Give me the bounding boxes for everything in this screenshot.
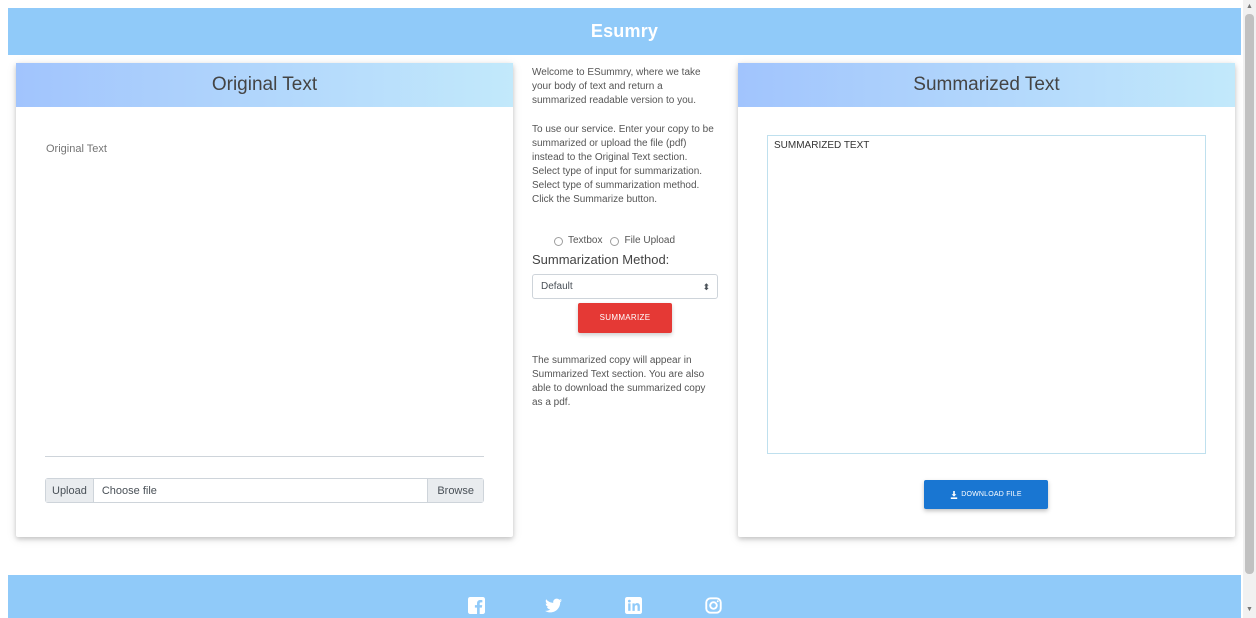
file-input[interactable]: Choose file bbox=[94, 479, 427, 502]
download-file-button[interactable]: DOWNLOAD FILE bbox=[924, 480, 1048, 509]
scroll-down-icon[interactable]: ▼ bbox=[1246, 606, 1253, 613]
instagram-icon[interactable] bbox=[705, 597, 722, 614]
summarization-method-select[interactable]: Default ⬍ bbox=[532, 274, 718, 299]
select-value: Default bbox=[541, 280, 573, 292]
summarized-text-output[interactable]: SUMMARIZED TEXT bbox=[767, 135, 1206, 454]
original-text-heading: Original Text bbox=[16, 63, 513, 107]
linkedin-icon[interactable] bbox=[625, 597, 642, 614]
radio-textbox[interactable]: Textbox bbox=[554, 234, 602, 248]
summarized-text-card: Summarized Text SUMMARIZED TEXT DOWNLOAD… bbox=[738, 63, 1235, 537]
download-file-label: DOWNLOAD FILE bbox=[961, 491, 1022, 498]
twitter-icon[interactable] bbox=[545, 597, 562, 614]
summarize-button[interactable]: SUMMARIZE bbox=[578, 303, 672, 333]
file-upload-group[interactable]: Upload Choose file Browse bbox=[45, 478, 484, 503]
original-text-input[interactable]: Original Text bbox=[46, 143, 107, 155]
radio-file-upload[interactable]: File Upload bbox=[610, 234, 675, 248]
select-caret-icon: ⬍ bbox=[702, 282, 710, 292]
radio-file-upload-label: File Upload bbox=[624, 235, 676, 246]
instructions-text: To use our service. Enter your copy to b… bbox=[532, 124, 714, 205]
radio-circle-icon[interactable] bbox=[554, 236, 563, 246]
scroll-thumb[interactable] bbox=[1245, 14, 1254, 574]
brand-title[interactable]: Esumry bbox=[591, 21, 658, 42]
radio-circle-icon[interactable] bbox=[610, 236, 620, 246]
summarization-method-label: Summarization Method: bbox=[532, 252, 670, 267]
scroll-up-icon[interactable]: ▲ bbox=[1246, 3, 1253, 10]
facebook-icon[interactable] bbox=[468, 597, 485, 614]
divider bbox=[45, 456, 484, 457]
original-text-card: Original Text Original Text Upload Choos… bbox=[16, 63, 513, 537]
browse-button[interactable]: Browse bbox=[427, 479, 483, 502]
upload-label: Upload bbox=[46, 479, 94, 502]
footer bbox=[8, 575, 1241, 618]
radio-textbox-label: Textbox bbox=[568, 235, 603, 246]
input-type-radios: Textbox File Upload bbox=[554, 234, 683, 248]
top-header: Esumry bbox=[8, 8, 1241, 55]
summarized-text-heading: Summarized Text bbox=[738, 63, 1235, 107]
download-icon bbox=[951, 490, 958, 499]
page-scrollbar[interactable]: ▲ ▼ bbox=[1243, 0, 1256, 618]
outro-text: The summarized copy will appear in Summa… bbox=[532, 355, 706, 408]
intro-text: Welcome to ESummry, where we take your b… bbox=[532, 67, 701, 106]
